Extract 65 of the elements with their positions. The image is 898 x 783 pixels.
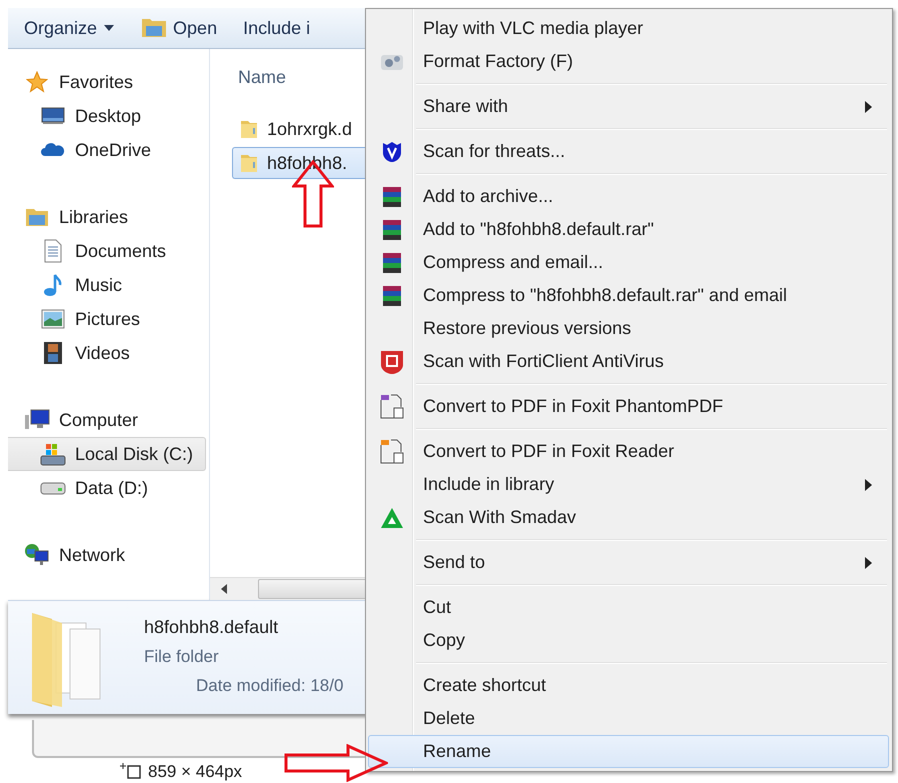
menu-item[interactable]: Restore previous versions (368, 312, 889, 345)
menu-item[interactable]: Delete (368, 702, 889, 735)
menu-item[interactable]: Add to archive... (368, 180, 889, 213)
picture-icon (41, 309, 65, 329)
nav-item[interactable]: Documents (8, 234, 209, 268)
menu-item[interactable]: Cut (368, 591, 889, 624)
computer-icon (24, 409, 50, 431)
menu-item[interactable]: Send to (368, 546, 889, 579)
nav-item[interactable]: Favorites (8, 65, 209, 99)
menu-item[interactable]: Rename (368, 735, 889, 768)
menu-item[interactable]: Copy (368, 624, 889, 657)
nav-item[interactable]: Network (8, 538, 209, 572)
crop-icon (120, 763, 142, 781)
menu-item[interactable]: Play with VLC media player (368, 12, 889, 45)
menu-item[interactable]: Scan With Smadav (368, 501, 889, 534)
books-icon (381, 218, 403, 240)
file-type: File folder (144, 647, 220, 668)
nav-item[interactable]: OneDrive (8, 133, 209, 167)
film-icon (43, 341, 63, 365)
menu-item[interactable]: Convert to PDF in Foxit PhantomPDF (368, 390, 889, 423)
nav-item[interactable]: Libraries (8, 200, 209, 234)
nav-item[interactable]: Desktop (8, 99, 209, 133)
caret-icon (103, 24, 116, 32)
column-header[interactable]: Name (238, 66, 286, 88)
nav-item[interactable]: Pictures (8, 302, 209, 336)
toolbar-button[interactable]: Open (141, 17, 218, 39)
menu-item[interactable]: Add to "h8fohbh8.default.rar" (368, 213, 889, 246)
star-icon (26, 71, 48, 93)
drive-icon (40, 480, 66, 496)
document-icon (379, 394, 405, 420)
document-icon (379, 438, 405, 464)
toolbar-button[interactable]: Include i (243, 18, 310, 38)
nav-item[interactable]: Videos (8, 336, 209, 370)
date-modified: Date modified: 18/0 (196, 676, 344, 696)
menu-item[interactable]: Include in library (368, 468, 889, 501)
folder-icon (141, 17, 168, 39)
nav-item[interactable]: Local Disk (C:) (8, 437, 206, 471)
folder-icon (239, 118, 259, 140)
nav-item[interactable]: Computer (8, 403, 209, 437)
library-icon (25, 206, 49, 228)
books-icon (381, 252, 403, 274)
image-dimensions: 859 × 464px (148, 762, 242, 782)
books-icon (381, 186, 403, 208)
menu-item[interactable]: Compress and email... (368, 246, 889, 279)
menu-item[interactable]: Create shortcut (368, 669, 889, 702)
shield-icon (382, 140, 402, 162)
folder-icon (239, 152, 259, 174)
menu-item[interactable]: Format Factory (F) (368, 45, 889, 78)
nav-item[interactable]: Music (8, 268, 209, 302)
books-icon (381, 284, 403, 306)
drive-icon (40, 442, 66, 466)
menu-item[interactable]: Compress to "h8fohbh8.default.rar" and email (368, 279, 889, 312)
shield-icon (380, 348, 404, 374)
network-icon (24, 543, 50, 567)
cloud-icon (41, 141, 65, 159)
organize-button[interactable]: Organize (24, 18, 116, 38)
document-icon (43, 239, 63, 263)
monitor-icon (41, 106, 65, 126)
music-note-icon (43, 273, 63, 297)
menu-item[interactable]: Convert to PDF in Foxit Reader (368, 435, 889, 468)
file-name: h8fohbh8.default (144, 617, 280, 639)
scroll-left-icon (220, 584, 228, 594)
triangle-icon (380, 506, 404, 528)
menu-item[interactable]: Scan with FortiClient AntiVirus (368, 345, 889, 378)
nav-item[interactable]: Data (D:) (8, 471, 209, 505)
